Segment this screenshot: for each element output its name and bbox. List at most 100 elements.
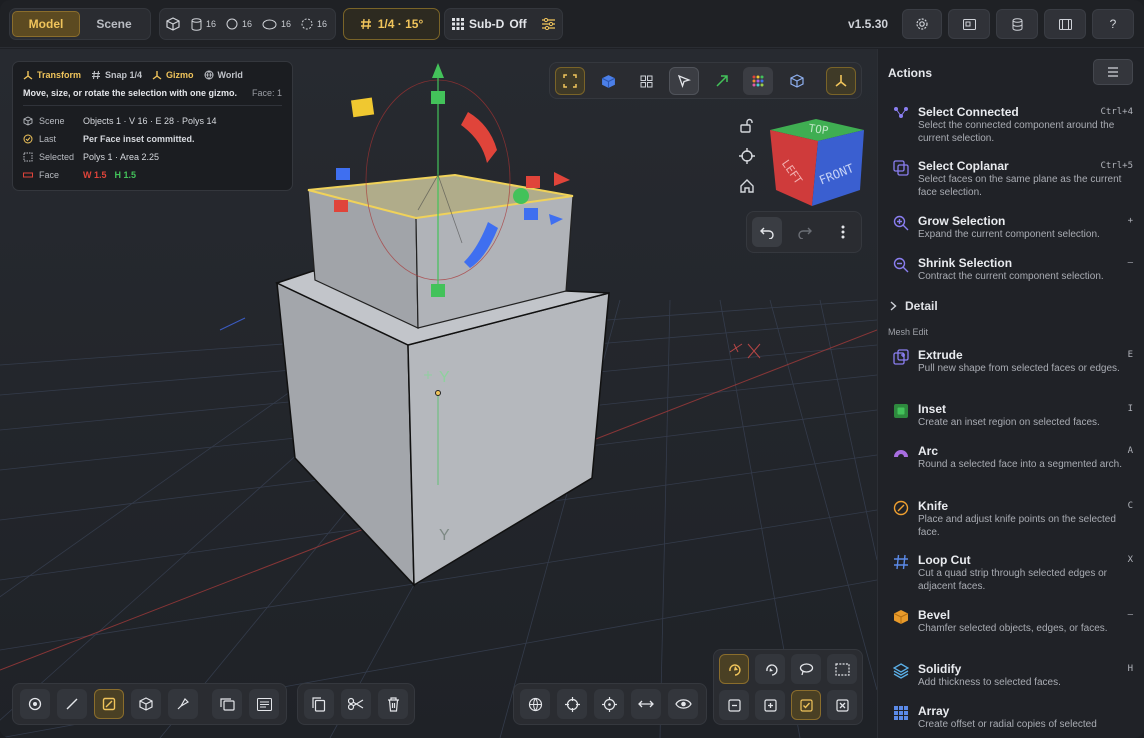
select-clear-button[interactable] xyxy=(827,690,857,720)
z-scale-handle[interactable] xyxy=(336,168,350,180)
action-desc: Contract the current component selection… xyxy=(918,271,1104,282)
visibility-button[interactable] xyxy=(668,689,698,719)
panel-layout-button[interactable] xyxy=(948,9,990,39)
subd-label[interactable]: Sub-D xyxy=(469,17,504,31)
action-shortcut: C xyxy=(1127,501,1133,511)
cylinder-count[interactable]: 16 xyxy=(191,17,217,31)
sphere-count[interactable]: 16 xyxy=(226,18,252,30)
clipboard-bar xyxy=(297,683,415,725)
center-handle[interactable] xyxy=(513,188,529,204)
divider xyxy=(23,105,282,106)
subd-group: Sub-D Off xyxy=(444,8,563,40)
gizmo-toggle-button[interactable] xyxy=(826,67,856,95)
notes-button[interactable] xyxy=(249,689,279,719)
zoom-in-icon xyxy=(893,215,909,231)
detail-toggle[interactable]: Detail xyxy=(890,299,938,313)
snap-target-button[interactable] xyxy=(557,689,587,719)
focus-view-button[interactable] xyxy=(735,144,759,168)
lasso-icon xyxy=(799,662,813,675)
info-panel: Transform Snap 1/4 Gizmo World Move, siz… xyxy=(12,61,293,191)
box-select-button[interactable] xyxy=(827,654,857,684)
undo-button[interactable] xyxy=(752,217,782,247)
action-desc: Create offset or radial copies of select… xyxy=(918,719,1097,730)
cube-icon[interactable] xyxy=(166,17,180,31)
select-intersect-button[interactable] xyxy=(791,690,821,720)
face-mode-button[interactable] xyxy=(94,689,124,719)
edge-mode-button[interactable] xyxy=(57,689,87,719)
solid-cube-icon xyxy=(601,74,615,88)
chip-world[interactable]: World xyxy=(204,70,243,80)
action-desc: Cut a quad strip through selected edges … xyxy=(918,568,1108,592)
action-desc: Chamfer selected objects, edges, or face… xyxy=(918,623,1108,634)
object-mode-button[interactable] xyxy=(131,689,161,719)
action-shortcut: Ctrl+5 xyxy=(1100,161,1133,171)
hash-icon xyxy=(360,18,372,30)
crosshair-icon xyxy=(564,696,580,712)
action-shortcut: E xyxy=(1127,350,1133,360)
wire-cube-button[interactable] xyxy=(782,67,812,95)
info-row-face: Face W 1.5 H 1.5 xyxy=(23,166,282,184)
pivot-button[interactable] xyxy=(594,689,624,719)
select-subtract-button[interactable] xyxy=(719,690,749,720)
duplicate-view-button[interactable] xyxy=(212,689,242,719)
quad-view-button[interactable] xyxy=(631,67,661,95)
move-tool-button[interactable] xyxy=(707,67,737,95)
subd-state[interactable]: Off xyxy=(509,17,526,31)
action-desc: Add thickness to selected faces. xyxy=(918,677,1061,688)
delete-button[interactable] xyxy=(378,689,408,719)
chip-snap[interactable]: Snap 1/4 xyxy=(91,70,142,80)
tab-scene[interactable]: Scene xyxy=(80,11,148,37)
pivot-point[interactable] xyxy=(435,390,441,396)
pivot-y-label-ghost: Y xyxy=(439,527,450,544)
palette-button[interactable] xyxy=(743,67,773,95)
action-shortcut: A xyxy=(1127,446,1133,456)
lasso-select-button[interactable] xyxy=(719,654,749,684)
chip-gizmo[interactable]: Gizmo xyxy=(152,70,194,80)
action-array[interactable]: Array Create offset or radial copies of … xyxy=(893,704,1133,734)
cut-button[interactable] xyxy=(341,689,371,719)
paint-select-button[interactable] xyxy=(755,654,785,684)
select-add-button[interactable] xyxy=(755,690,785,720)
plane-handle[interactable] xyxy=(350,97,375,118)
tool-description: Move, size, or rotate the selection with… xyxy=(23,88,282,98)
face-width: W 1.5 xyxy=(83,170,107,180)
x-scale-handle[interactable] xyxy=(334,200,348,212)
pen-tool-button[interactable] xyxy=(168,689,198,719)
y-scale-handle-low[interactable] xyxy=(431,284,445,297)
panel-menu-button[interactable] xyxy=(1093,59,1133,85)
gear-icon xyxy=(915,17,929,31)
tab-model[interactable]: Model xyxy=(12,11,80,37)
transform-icon xyxy=(23,71,33,80)
sliders-icon[interactable] xyxy=(541,18,555,30)
torus-count[interactable]: 16 xyxy=(262,19,291,30)
grid-snap-button[interactable]: 1/4 · 15° xyxy=(343,8,440,40)
y-scale-handle[interactable] xyxy=(431,91,445,104)
cylinder-count-value: 16 xyxy=(206,19,217,29)
view-cube[interactable]: TOP LEFT FRONT xyxy=(766,114,866,208)
solid-view-button[interactable] xyxy=(593,67,623,95)
settings-button[interactable] xyxy=(902,9,942,39)
select-tool-button[interactable] xyxy=(669,67,699,95)
mirror-button[interactable] xyxy=(631,689,661,719)
action-desc: Select faces on the same plane as the cu… xyxy=(918,174,1122,198)
copy-button[interactable] xyxy=(304,689,334,719)
tool-chips: Transform Snap 1/4 Gizmo World xyxy=(23,70,282,80)
chip-transform[interactable]: Transform xyxy=(23,70,81,80)
description-text: Move, size, or rotate the selection with… xyxy=(23,88,238,98)
circle-count[interactable]: 16 xyxy=(301,18,327,30)
globe-button[interactable] xyxy=(520,689,550,719)
frame-selection-button[interactable] xyxy=(555,67,585,95)
z-handle-right[interactable] xyxy=(524,208,538,220)
redo-button[interactable] xyxy=(790,217,820,247)
more-button[interactable] xyxy=(828,217,858,247)
vertex-mode-button[interactable] xyxy=(20,689,50,719)
action-desc: Create an inset region on selected faces… xyxy=(918,417,1100,428)
x-scale-handle-right[interactable] xyxy=(526,176,540,188)
lock-view-button[interactable] xyxy=(735,114,759,138)
loop-select-button[interactable] xyxy=(791,654,821,684)
quad-grid-icon xyxy=(640,75,652,87)
home-view-button[interactable] xyxy=(735,174,759,198)
database-button[interactable] xyxy=(996,9,1038,39)
film-button[interactable] xyxy=(1044,9,1086,39)
help-button[interactable]: ? xyxy=(1092,9,1134,39)
